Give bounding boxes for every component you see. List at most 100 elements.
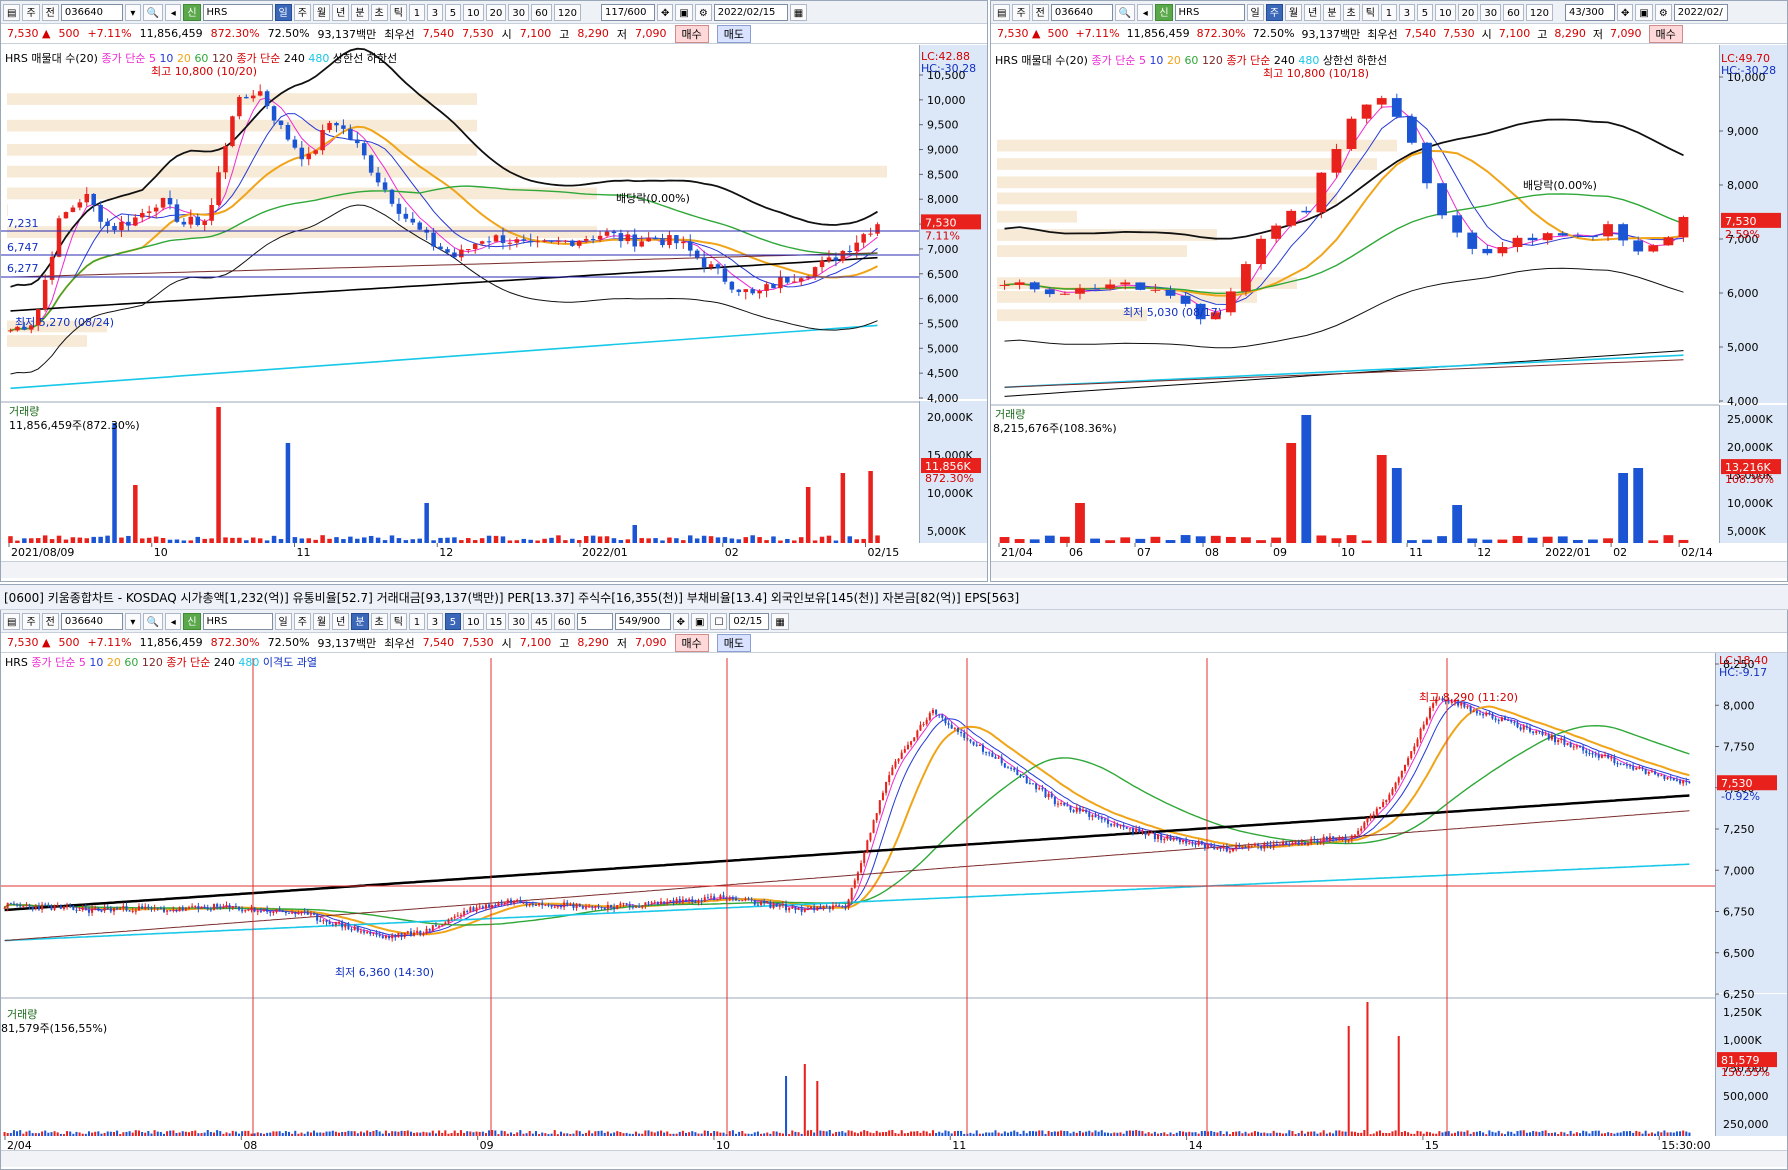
min-select[interactable]: 5 bbox=[576, 612, 613, 630]
search-icon[interactable]: 🔍 bbox=[142, 3, 164, 21]
tab-minute[interactable]: 분 bbox=[1323, 3, 1341, 21]
price-chart[interactable]: 10,0009,0008,0007,0006,0005,0004,00025,0… bbox=[991, 23, 1787, 582]
candle-body bbox=[644, 902, 647, 906]
search-icon[interactable]: 🔍 bbox=[1114, 3, 1136, 21]
period-20[interactable]: 20 bbox=[1457, 3, 1479, 21]
code-input[interactable]: 036640 bbox=[1050, 3, 1113, 21]
menu-icon[interactable]: ▤ bbox=[993, 3, 1011, 21]
volume-bar bbox=[722, 537, 728, 543]
count-field[interactable]: 43/300 bbox=[1564, 3, 1615, 21]
candle-body bbox=[1619, 763, 1622, 765]
tab-year[interactable]: 년 bbox=[332, 612, 350, 630]
sound-icon[interactable]: ◂ bbox=[1137, 3, 1154, 21]
period-1[interactable]: 1 bbox=[408, 3, 425, 21]
calendar-icon[interactable]: ▦ bbox=[789, 3, 808, 21]
min-45[interactable]: 45 bbox=[531, 612, 552, 630]
tab-day[interactable]: 일 bbox=[1246, 3, 1264, 21]
period-5[interactable]: 5 bbox=[1416, 3, 1433, 21]
period-60[interactable]: 60 bbox=[531, 3, 552, 21]
chevron-down-icon[interactable]: ▾ bbox=[124, 3, 141, 21]
tool-icon[interactable]: ✥ bbox=[1616, 3, 1634, 21]
period-5[interactable]: 5 bbox=[444, 3, 461, 21]
code-input[interactable]: 036640 bbox=[60, 3, 123, 21]
date-field[interactable]: 02/15 bbox=[729, 612, 770, 630]
period-30[interactable]: 30 bbox=[508, 3, 530, 21]
tab-year[interactable]: 년 bbox=[1304, 3, 1322, 21]
search-icon[interactable]: 🔍 bbox=[142, 612, 164, 630]
period-3[interactable]: 3 bbox=[1398, 3, 1415, 21]
period-10[interactable]: 10 bbox=[1434, 3, 1456, 21]
min-15[interactable]: 15 bbox=[485, 612, 507, 630]
period-60[interactable]: 60 bbox=[1503, 3, 1524, 21]
mode-select[interactable]: 전 bbox=[41, 612, 59, 630]
tab-minute[interactable]: 분 bbox=[351, 612, 369, 630]
count-field[interactable]: 117/600 bbox=[600, 3, 655, 21]
tab-second[interactable]: 초 bbox=[1342, 3, 1360, 21]
min-10[interactable]: 10 bbox=[462, 612, 484, 630]
tab-second[interactable]: 초 bbox=[370, 612, 388, 630]
tab-month[interactable]: 월 bbox=[312, 612, 331, 630]
tab-month[interactable]: 월 bbox=[1284, 3, 1303, 21]
chevron-down-icon[interactable]: ▾ bbox=[124, 612, 141, 630]
tab-second[interactable]: 초 bbox=[370, 3, 388, 21]
tab-tick[interactable]: 틱 bbox=[1361, 3, 1379, 21]
gear-icon[interactable]: ⚙ bbox=[1654, 3, 1672, 21]
period-30[interactable]: 30 bbox=[1480, 3, 1502, 21]
sound-icon[interactable]: ◂ bbox=[165, 3, 182, 21]
gear-icon[interactable]: ⚙ bbox=[694, 3, 712, 21]
min-3[interactable]: 3 bbox=[426, 612, 443, 630]
min-30[interactable]: 30 bbox=[508, 612, 530, 630]
period-1[interactable]: 1 bbox=[1380, 3, 1397, 21]
date-field[interactable]: 2022/02/ bbox=[1673, 3, 1728, 21]
candle-body bbox=[1116, 824, 1119, 827]
price-chart[interactable]: 8,2508,0007,7507,5007,2507,0006,7506,500… bbox=[1, 630, 1787, 1170]
date-field[interactable]: 2022/02/15 bbox=[713, 3, 788, 21]
type-select[interactable]: 주 bbox=[22, 3, 40, 21]
horizontal-scrollbar[interactable] bbox=[1, 561, 987, 578]
tab-week[interactable]: 주 bbox=[293, 612, 311, 630]
min-5[interactable]: 5 bbox=[444, 612, 461, 630]
type-select[interactable]: 주 bbox=[22, 612, 40, 630]
save-icon[interactable]: ▣ bbox=[675, 3, 693, 21]
period-120[interactable]: 120 bbox=[1525, 3, 1553, 21]
mode-select[interactable]: 전 bbox=[41, 3, 59, 21]
period-3[interactable]: 3 bbox=[426, 3, 443, 21]
tab-month[interactable]: 월 bbox=[312, 3, 331, 21]
sound-icon[interactable]: ◂ bbox=[165, 612, 182, 630]
horizontal-scrollbar[interactable] bbox=[1, 1150, 1787, 1167]
checkbox[interactable]: ☐ bbox=[710, 612, 728, 630]
tab-year[interactable]: 년 bbox=[332, 3, 350, 21]
min-1[interactable]: 1 bbox=[408, 612, 425, 630]
tab-day[interactable]: 일 bbox=[274, 3, 292, 21]
tab-tick[interactable]: 틱 bbox=[389, 3, 407, 21]
period-120[interactable]: 120 bbox=[553, 3, 581, 21]
stock-name-field[interactable]: HRS bbox=[1174, 3, 1245, 21]
tab-week[interactable]: 주 bbox=[293, 3, 311, 21]
candle-body bbox=[275, 909, 278, 912]
tool-icon[interactable]: ✥ bbox=[672, 612, 689, 630]
volume-bar bbox=[331, 1130, 334, 1136]
stock-name-field[interactable]: HRS bbox=[202, 612, 273, 630]
save-icon[interactable]: ▣ bbox=[1635, 3, 1653, 21]
mode-select[interactable]: 전 bbox=[1031, 3, 1049, 21]
horizontal-scrollbar[interactable] bbox=[991, 561, 1787, 578]
save-icon[interactable]: ▣ bbox=[691, 612, 709, 630]
min-60[interactable]: 60 bbox=[553, 612, 575, 630]
period-10[interactable]: 10 bbox=[462, 3, 484, 21]
tool-icon[interactable]: ✥ bbox=[656, 3, 674, 21]
stock-name-field[interactable]: HRS bbox=[202, 3, 273, 21]
period-20[interactable]: 20 bbox=[485, 3, 507, 21]
tab-day[interactable]: 일 bbox=[274, 612, 292, 630]
volume-bar bbox=[588, 1130, 591, 1136]
tab-week[interactable]: 주 bbox=[1265, 3, 1283, 21]
menu-icon[interactable]: ▤ bbox=[3, 3, 21, 21]
menu-icon[interactable]: ▤ bbox=[3, 612, 21, 630]
code-input[interactable]: 036640 bbox=[60, 612, 123, 630]
calendar-icon[interactable]: ▦ bbox=[771, 612, 789, 630]
price-chart[interactable]: 10,50010,0009,5009,0008,5008,0007,5007,0… bbox=[1, 23, 987, 582]
type-select[interactable]: 주 bbox=[1012, 3, 1030, 21]
tab-tick[interactable]: 틱 bbox=[389, 612, 407, 630]
count-field[interactable]: 549/900 bbox=[614, 612, 671, 630]
tab-minute[interactable]: 분 bbox=[351, 3, 369, 21]
candle-body bbox=[506, 899, 509, 903]
